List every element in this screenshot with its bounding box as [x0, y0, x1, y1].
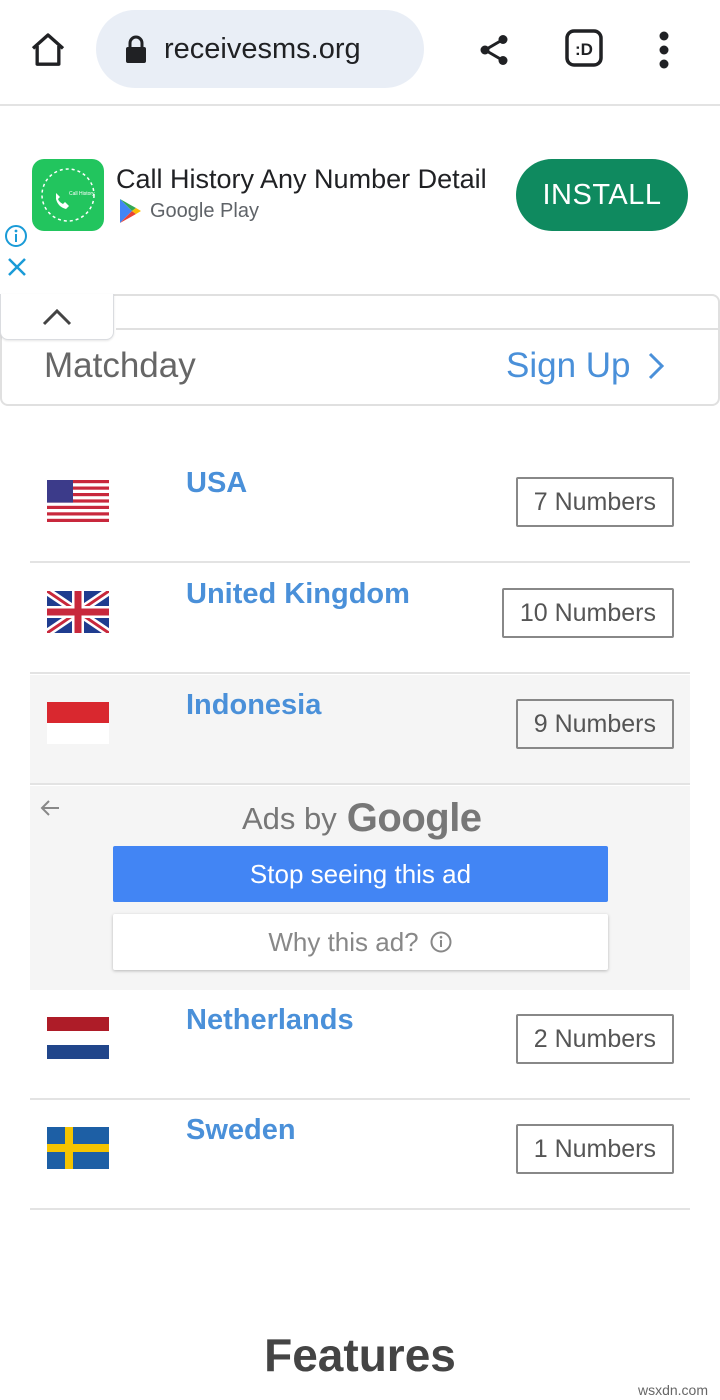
section-title: Features — [264, 1329, 456, 1381]
chevron-right-icon — [648, 352, 664, 380]
watermark: wsxdn.com — [637, 1382, 708, 1398]
why-this-ad-button[interactable]: Why this ad? — [113, 914, 608, 970]
store-name: Google Play — [150, 199, 259, 222]
country-row-netherlands[interactable]: Netherlands 2 Numbers — [30, 990, 690, 1100]
ad-banner[interactable]: Call History Call History Any Number Det… — [0, 140, 720, 286]
svg-text::D: :D — [575, 40, 593, 59]
lock-icon — [124, 34, 148, 64]
country-row-united-kingdom[interactable]: United Kingdom 10 Numbers — [30, 564, 690, 674]
country-name[interactable]: Indonesia — [186, 689, 321, 722]
netherlands-flag-icon — [47, 1017, 109, 1059]
app-icon[interactable]: Call History — [32, 159, 104, 231]
share-icon[interactable] — [468, 24, 520, 76]
why-this-ad-label: Why this ad? — [268, 926, 419, 957]
signup-label: Sign Up — [506, 346, 631, 385]
indonesia-flag-icon — [47, 702, 109, 744]
country-row-sweden[interactable]: Sweden 1 Numbers — [30, 1100, 690, 1210]
uk-flag-icon — [47, 591, 109, 633]
country-name[interactable]: United Kingdom — [186, 578, 410, 611]
matchday-label: Matchday — [44, 346, 196, 385]
google-logo: Google — [346, 796, 482, 840]
collapse-ad-button[interactable] — [0, 294, 114, 340]
usa-flag-icon — [47, 480, 109, 522]
ads-by-label: Ads by — [242, 800, 337, 836]
numbers-count-badge: 2 Numbers — [515, 1014, 674, 1064]
numbers-count-badge: 7 Numbers — [515, 477, 674, 527]
numbers-count-badge: 10 Numbers — [501, 588, 674, 638]
address-bar[interactable]: receivesms.org — [96, 10, 424, 88]
stop-seeing-ad-button[interactable]: Stop seeing this ad — [113, 846, 608, 902]
ad-title[interactable]: Call History Any Number Detail — [116, 164, 487, 195]
divider — [116, 328, 720, 330]
ads-by-google: Ads by Google — [242, 796, 482, 841]
google-play-badge: Google Play — [118, 198, 259, 224]
country-row-indonesia[interactable]: Indonesia 9 Numbers — [30, 675, 690, 785]
numbers-count-badge: 1 Numbers — [515, 1124, 674, 1174]
app-icon-text: Call History — [69, 191, 95, 197]
country-name[interactable]: Sweden — [186, 1114, 296, 1147]
ad-info-icon[interactable] — [4, 224, 28, 248]
google-play-icon — [120, 199, 141, 223]
country-name[interactable]: USA — [186, 467, 247, 500]
more-options-icon[interactable] — [646, 24, 682, 76]
signup-link[interactable]: Sign Up — [506, 346, 665, 386]
ad-close-icon[interactable] — [6, 256, 28, 278]
numbers-count-badge: 9 Numbers — [515, 699, 674, 749]
url-text: receivesms.org — [164, 32, 361, 65]
back-arrow-icon[interactable] — [38, 796, 62, 820]
country-name[interactable]: Netherlands — [186, 1004, 354, 1037]
info-icon — [430, 931, 452, 953]
install-button[interactable]: INSTALL — [516, 159, 688, 231]
dex-mode-icon[interactable]: :D — [562, 26, 606, 70]
ad-feedback-panel: Ads by Google Stop seeing this ad Why th… — [30, 786, 690, 990]
sweden-flag-icon — [47, 1127, 109, 1169]
home-icon[interactable] — [22, 24, 74, 76]
browser-toolbar: receivesms.org :D — [0, 0, 720, 106]
country-row-usa[interactable]: USA 7 Numbers — [30, 453, 690, 563]
chevron-up-icon — [42, 308, 72, 325]
